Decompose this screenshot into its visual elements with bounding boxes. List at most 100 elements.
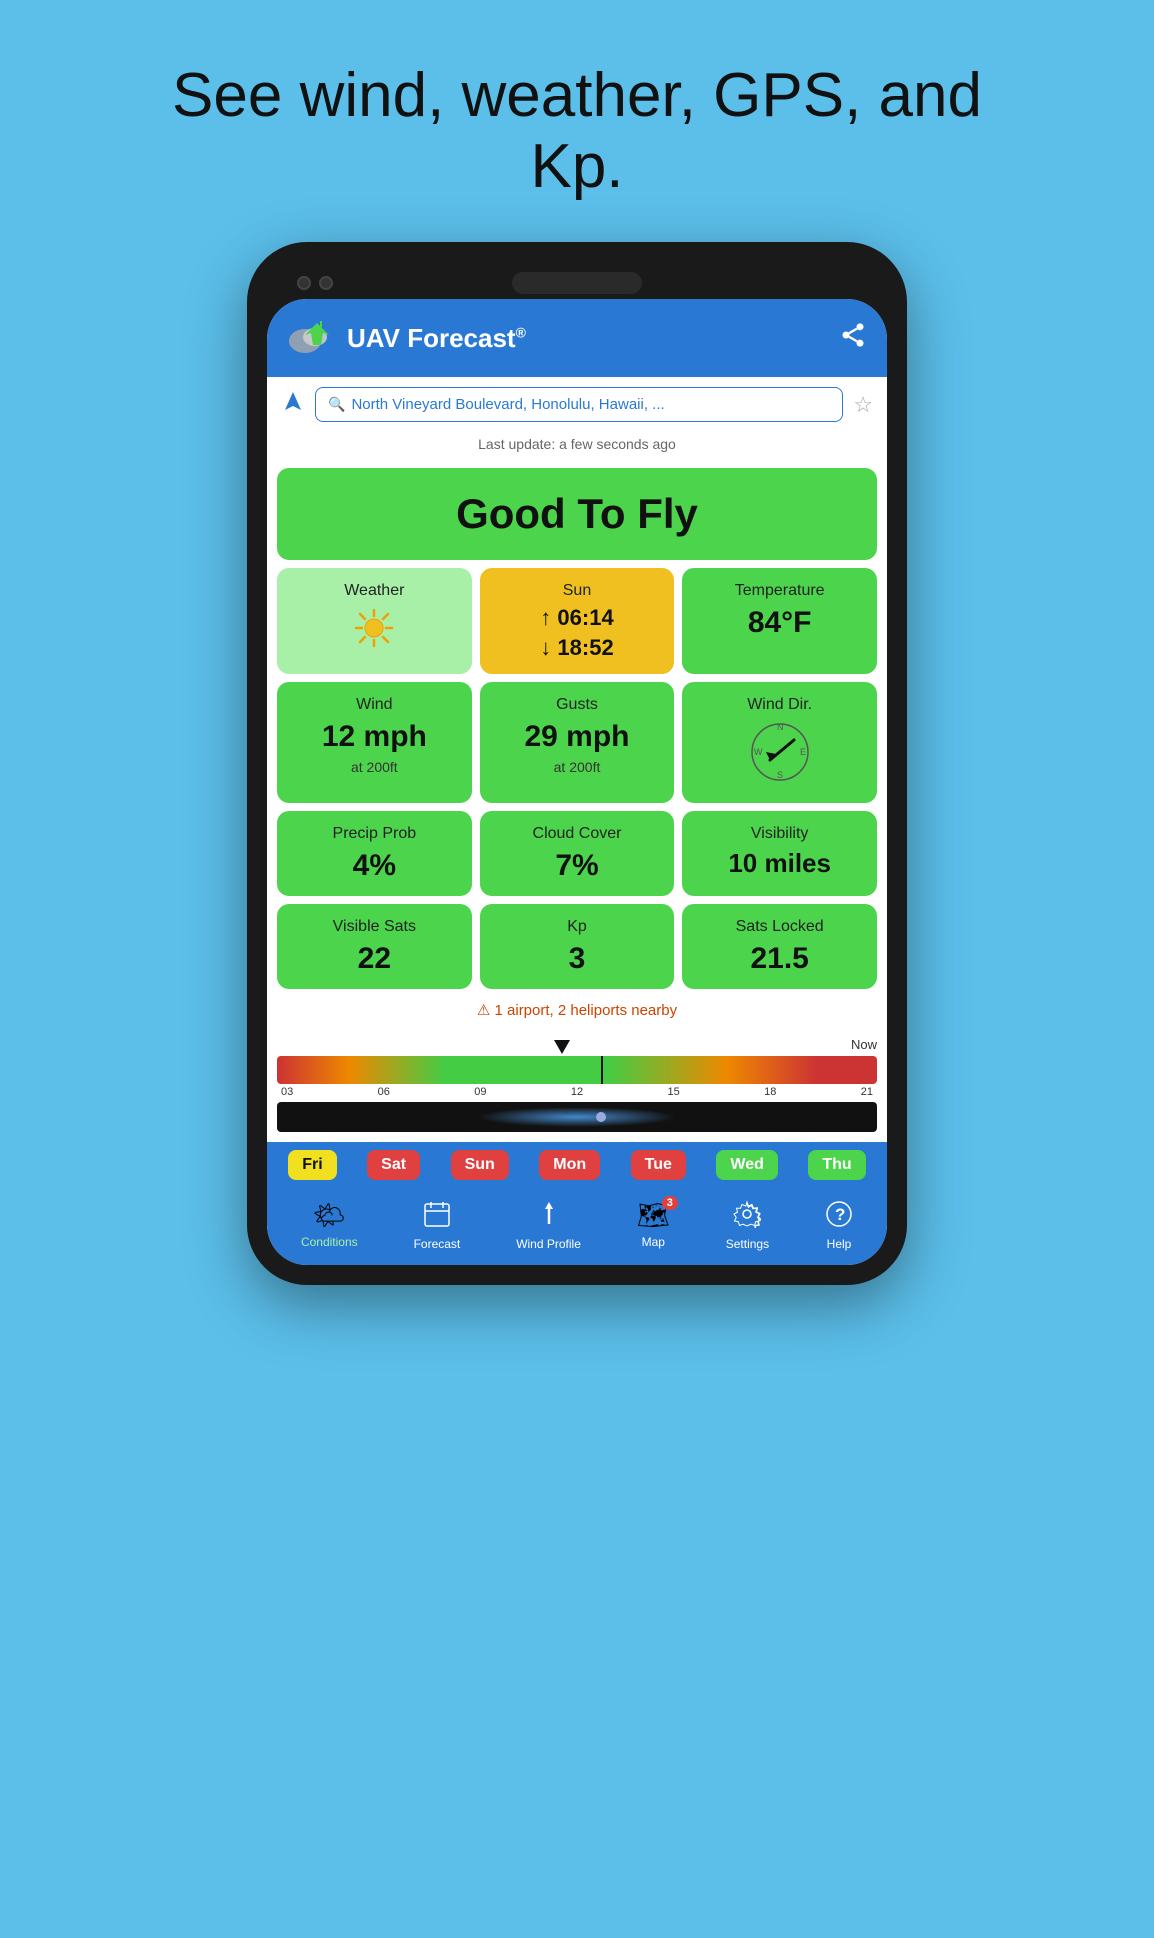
sun-set: ↓ 18:52 <box>540 636 613 660</box>
tick-06: 06 <box>378 1086 390 1098</box>
headline: See wind, weather, GPS, and Kp. <box>127 60 1027 202</box>
phone-notch <box>267 262 887 299</box>
day-selector: Fri Sat Sun Mon Tue Wed Thu <box>267 1142 887 1188</box>
gusts-card: Gusts 29 mph at 200ft <box>480 682 675 803</box>
visible-sats-value: 22 <box>358 942 391 975</box>
forecast-icon <box>423 1200 451 1233</box>
temperature-title: Temperature <box>735 582 825 600</box>
sun-rise: ↑ 06:14 <box>540 606 613 630</box>
gusts-value: 29 mph <box>524 720 629 753</box>
settings-label: Settings <box>726 1237 769 1251</box>
weather-icon <box>352 606 396 660</box>
help-label: Help <box>827 1237 852 1251</box>
temperature-value: 84°F <box>748 606 812 639</box>
nav-forecast[interactable]: Forecast <box>414 1200 461 1251</box>
precip-value: 4% <box>353 849 396 882</box>
gusts-title: Gusts <box>556 696 598 714</box>
cloud-title: Cloud Cover <box>533 825 622 843</box>
tick-09: 09 <box>474 1086 486 1098</box>
bottom-nav: 🌤 Conditions Forecast <box>267 1188 887 1265</box>
visibility-value: 10 miles <box>728 849 831 878</box>
visible-sats-title: Visible Sats <box>333 918 416 936</box>
wind-sub: at 200ft <box>351 759 398 775</box>
app-title: UAV Forecast® <box>347 323 526 354</box>
nav-map[interactable]: 🗺 3 Map <box>637 1200 670 1251</box>
location-button[interactable] <box>281 390 305 420</box>
tick-18: 18 <box>764 1086 776 1098</box>
weather-card: Weather <box>277 568 472 674</box>
wind-dir-card: Wind Dir. N S E W <box>682 682 877 803</box>
nav-settings[interactable]: Settings <box>726 1200 769 1251</box>
timeline-bar[interactable] <box>277 1056 877 1084</box>
tick-15: 15 <box>668 1086 680 1098</box>
cloud-value: 7% <box>555 849 598 882</box>
camera-left <box>297 276 311 290</box>
map-icon: 🗺 3 <box>637 1200 670 1231</box>
kp-value: 3 <box>569 942 586 975</box>
cards-grid: Weather Sun <box>267 568 887 989</box>
timeline-ticks-row: 03 06 09 12 15 18 21 <box>277 1086 877 1098</box>
precip-card: Precip Prob 4% <box>277 811 472 896</box>
search-value: North Vineyard Boulevard, Honolulu, Hawa… <box>351 396 664 413</box>
conditions-label: Conditions <box>301 1235 358 1249</box>
timeline-needle-icon <box>554 1040 570 1054</box>
kp-card: Kp 3 <box>480 904 675 989</box>
precip-title: Precip Prob <box>333 825 417 843</box>
visible-sats-card: Visible Sats 22 <box>277 904 472 989</box>
conditions-icon-img: 🌤 <box>313 1200 346 1230</box>
help-icon: ? <box>825 1200 853 1233</box>
svg-text:W: W <box>754 747 763 757</box>
visibility-title: Visibility <box>751 825 809 843</box>
svg-text:N: N <box>777 722 784 732</box>
phone-speaker <box>512 272 642 294</box>
svg-text:E: E <box>800 747 806 757</box>
compass-icon: N S E W <box>748 720 812 789</box>
app-header: UAV Forecast® <box>267 299 887 377</box>
wind-profile-icon <box>535 1200 563 1233</box>
forecast-label: Forecast <box>414 1237 461 1251</box>
search-input[interactable]: 🔍 North Vineyard Boulevard, Honolulu, Ha… <box>315 387 843 422</box>
svg-text:S: S <box>777 770 783 780</box>
wind-dir-title: Wind Dir. <box>747 696 812 714</box>
conditions-icon: 🌤 <box>313 1200 346 1231</box>
map-label: Map <box>642 1235 665 1249</box>
nav-wind-profile[interactable]: Wind Profile <box>516 1200 581 1251</box>
weather-title: Weather <box>344 582 404 600</box>
search-bar-row: 🔍 North Vineyard Boulevard, Honolulu, Ha… <box>267 377 887 432</box>
sats-locked-title: Sats Locked <box>736 918 824 936</box>
phone-device: UAV Forecast® 🔍 North Vineyard Boule <box>247 242 907 1285</box>
timeline-now-label: Now <box>851 1037 877 1052</box>
search-icon: 🔍 <box>328 396 345 413</box>
wind-profile-label: Wind Profile <box>516 1237 581 1251</box>
tick-03: 03 <box>281 1086 293 1098</box>
day-tue[interactable]: Tue <box>631 1150 686 1180</box>
app-logo <box>287 313 337 363</box>
tick-21: 21 <box>861 1086 873 1098</box>
svg-text:?: ? <box>835 1205 845 1224</box>
timeline-section: Now 03 06 09 12 15 18 21 <box>267 1031 887 1136</box>
visibility-card: Visibility 10 miles <box>682 811 877 896</box>
camera-right <box>319 276 333 290</box>
nav-conditions[interactable]: 🌤 Conditions <box>301 1200 358 1251</box>
nav-help[interactable]: ? Help <box>825 1200 853 1251</box>
day-sun[interactable]: Sun <box>451 1150 509 1180</box>
map-badge: 3 <box>662 1196 678 1210</box>
day-mon[interactable]: Mon <box>539 1150 600 1180</box>
favorite-button[interactable]: ☆ <box>853 392 873 418</box>
kp-title: Kp <box>567 918 587 936</box>
day-sat[interactable]: Sat <box>367 1150 420 1180</box>
gusts-sub: at 200ft <box>554 759 601 775</box>
sun-card: Sun ↑ 06:14 ↓ 18:52 <box>480 568 675 674</box>
last-update: Last update: a few seconds ago <box>267 432 887 460</box>
share-button[interactable] <box>839 321 867 356</box>
day-fri[interactable]: Fri <box>288 1150 336 1180</box>
wind-title: Wind <box>356 696 392 714</box>
good-to-fly-banner: Good To Fly <box>277 468 877 560</box>
airport-warning: ⚠ 1 airport, 2 heliports nearby <box>267 989 887 1031</box>
wind-card: Wind 12 mph at 200ft <box>277 682 472 803</box>
sun-title: Sun <box>563 582 591 600</box>
day-wed[interactable]: Wed <box>716 1150 777 1180</box>
night-bar <box>277 1102 877 1132</box>
cloud-card: Cloud Cover 7% <box>480 811 675 896</box>
day-thu[interactable]: Thu <box>808 1150 865 1180</box>
